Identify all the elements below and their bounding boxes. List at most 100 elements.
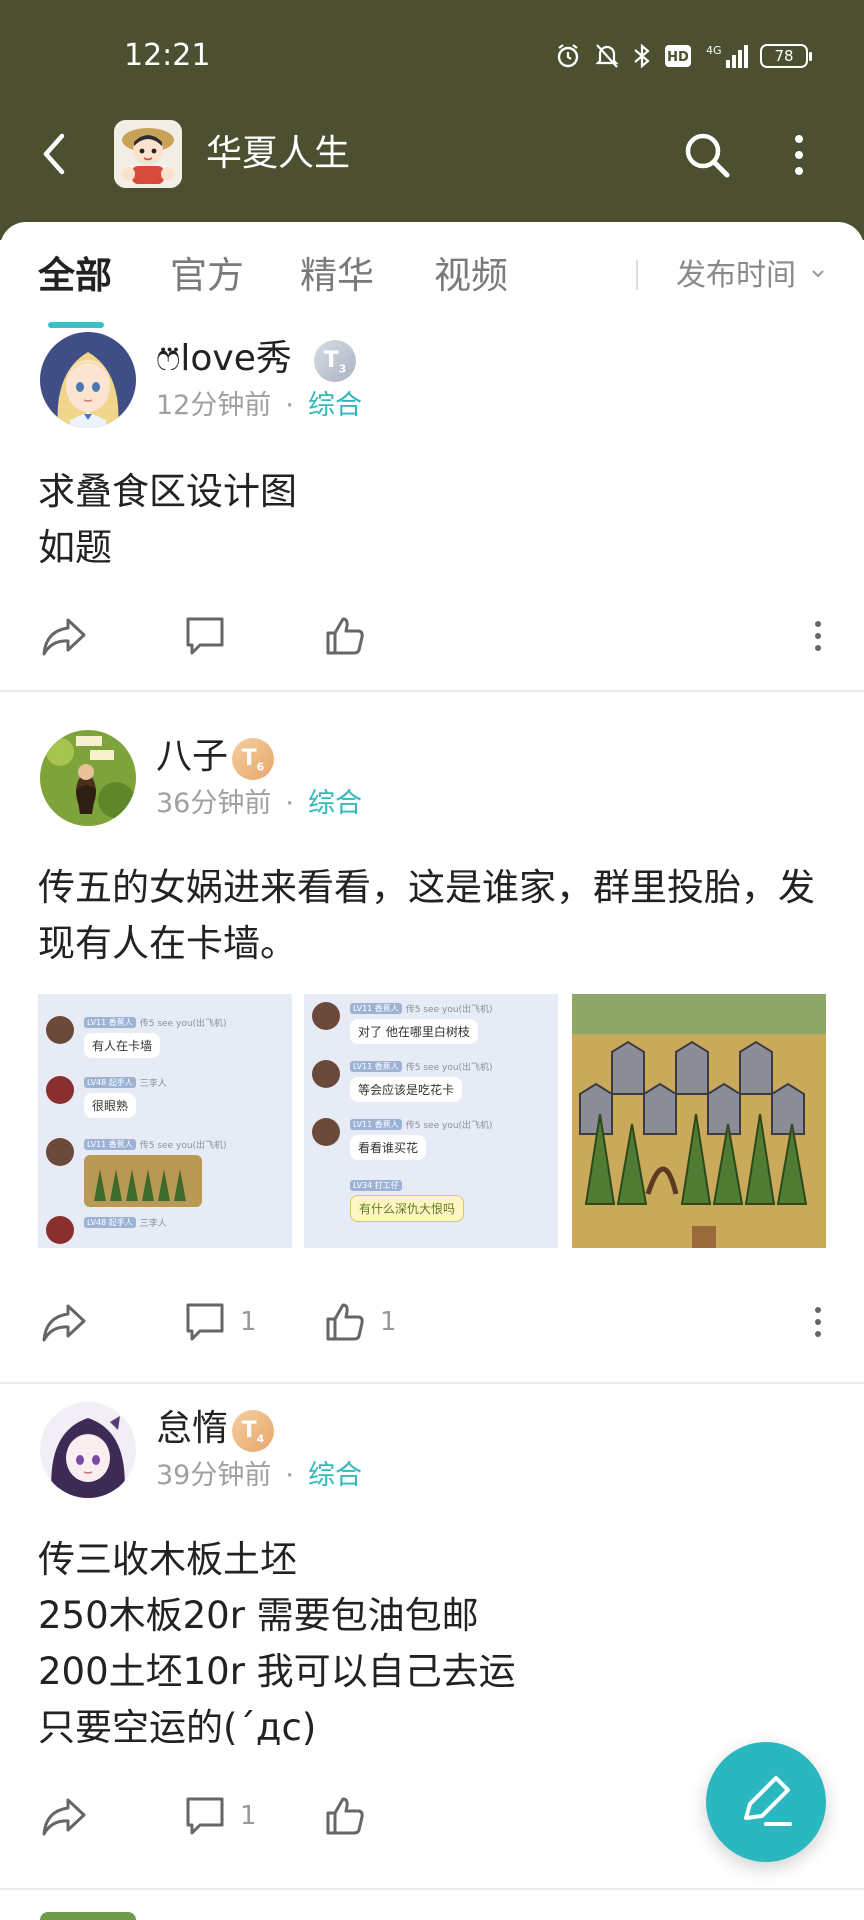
post-body[interactable]: 求叠食区设计图 如题	[38, 464, 838, 576]
meta-separator: ·	[285, 1460, 294, 1491]
like-button[interactable]: 1	[324, 1292, 397, 1352]
post-actions: 1 1	[0, 1292, 864, 1352]
post-category[interactable]: 综合	[308, 1460, 362, 1491]
badge-letter: T	[323, 348, 339, 373]
tab-video[interactable]: 视频	[434, 252, 508, 300]
tab-all[interactable]: 全部	[38, 252, 112, 300]
more-options-button[interactable]	[784, 130, 814, 180]
comment-icon	[186, 1303, 224, 1341]
badge-letter: T	[241, 746, 257, 771]
comment-count: 1	[240, 1307, 257, 1337]
badge-level: 4	[256, 1432, 265, 1446]
game-screenshot	[572, 994, 826, 1248]
more-icon[interactable]	[808, 1302, 828, 1342]
like-button[interactable]	[324, 1786, 380, 1846]
group-avatar[interactable]	[114, 120, 182, 188]
chat-sender: LV11 香蕉人 传5 see you(出飞机)	[350, 1118, 493, 1131]
chat-sender: LV11 香蕉人 传5 see you(出飞机)	[350, 1002, 493, 1015]
post-body[interactable]: 传三收木板土坯 250木板20r 需要包油包邮 200土坯10r 我可以自己去运…	[38, 1532, 838, 1756]
chat-sender: LV48 起手人 三李人	[84, 1216, 167, 1229]
chat-bubble: 看看谁买花	[350, 1135, 427, 1160]
badge-level: 3	[338, 362, 347, 376]
chat-image	[84, 1155, 202, 1207]
post-card[interactable]	[0, 1912, 864, 1920]
svg-text:HD: HD	[667, 50, 689, 65]
compose-post-button[interactable]	[706, 1742, 826, 1862]
level-badge: T3	[314, 340, 356, 382]
avatar[interactable]	[40, 1402, 136, 1498]
avatar[interactable]	[40, 332, 136, 428]
comment-icon	[186, 1797, 224, 1835]
author-name[interactable]: ෆ⃛love秀	[156, 336, 292, 382]
edit-pen-icon	[744, 1776, 792, 1826]
post-meta: 39分钟前 · 综合	[156, 1458, 362, 1494]
like-button[interactable]	[324, 606, 380, 666]
author-name[interactable]: 八子	[156, 734, 228, 780]
alarm-icon	[557, 44, 579, 68]
comment-button[interactable]	[184, 606, 240, 666]
svg-text:4G: 4G	[706, 44, 722, 57]
post-category[interactable]: 综合	[308, 390, 362, 421]
chat-bubble: 很眼熟	[84, 1093, 137, 1118]
post-image-grid: LV11 香蕉人 传5 see you(出飞机) 有人在卡墙 LV48 起手人 三李…	[38, 994, 826, 1248]
post-image[interactable]: LV11 香蕉人 传5 see you(出飞机) 有人在卡墙 LV48 起手人 三李…	[38, 994, 292, 1248]
badge-letter: T	[241, 1418, 257, 1443]
content-sheet: 全部 官方 精华 视频 发布时间 ෆ⃛love秀 T3 12分钟前 · 综合 求…	[0, 222, 864, 1920]
chat-avatar	[46, 1076, 74, 1104]
comment-button[interactable]: 1	[184, 1786, 257, 1846]
avatar[interactable]	[40, 1912, 136, 1920]
chat-message: LV11 香蕉人 传5 see you(出飞机) 有人在卡墙	[46, 1016, 227, 1058]
back-button[interactable]	[34, 130, 78, 178]
active-tab-indicator	[48, 322, 104, 328]
level-badge: T6	[232, 738, 274, 780]
avatar-image	[40, 332, 136, 428]
search-button[interactable]	[682, 130, 732, 180]
avatar[interactable]	[40, 730, 136, 826]
author-name[interactable]: 怠惰	[156, 1406, 228, 1452]
like-icon	[326, 617, 364, 655]
chat-message: LV48 起手人 三李人	[46, 1216, 167, 1244]
avatar-image	[40, 1402, 136, 1498]
share-button[interactable]	[40, 606, 88, 666]
status-icons: HD 4G 78	[554, 42, 812, 70]
post-category[interactable]: 综合	[308, 788, 362, 819]
chat-avatar	[46, 1138, 74, 1166]
battery-icon: 78	[760, 44, 812, 68]
sort-dropdown[interactable]: 发布时间	[676, 256, 796, 296]
chat-bubble: 对了 他在哪里白树枝	[350, 1019, 478, 1044]
post-body[interactable]: 传五的女娲进来看看，这是谁家，群里投胎，发现有人在卡墙。	[38, 860, 838, 972]
post-divider	[0, 1888, 864, 1890]
chat-sender: LV11 香蕉人 传5 see you(出飞机)	[350, 1060, 493, 1073]
bluetooth-icon	[634, 43, 650, 69]
chat-message: LV11 香蕉人 传5 see you(出飞机)	[46, 1138, 227, 1211]
post-actions	[0, 606, 864, 666]
level-badge: T4	[232, 1410, 274, 1452]
chat-message: LV11 香蕉人 传5 see you(出飞机) 看看谁买花	[312, 1118, 493, 1160]
group-title: 华夏人生	[206, 133, 351, 174]
share-button[interactable]	[40, 1292, 88, 1352]
comment-button[interactable]: 1	[184, 1292, 257, 1352]
post-time: 36分钟前	[156, 788, 272, 819]
tab-featured[interactable]: 精华	[300, 252, 374, 300]
post-divider	[0, 690, 864, 692]
chat-message: LV11 香蕉人 传5 see you(出飞机) 对了 他在哪里白树枝	[312, 1002, 493, 1044]
comment-icon	[186, 617, 224, 655]
chevron-down-icon[interactable]	[810, 266, 826, 282]
hd-icon: HD	[665, 45, 691, 67]
post-card[interactable]: 八子 T6 36分钟前 · 综合 传五的女娲进来看看，这是谁家，群里投胎，发现有人在…	[0, 730, 864, 1410]
chat-sender: LV34 打工仔	[350, 1180, 464, 1191]
meta-separator: ·	[285, 788, 294, 819]
post-time: 39分钟前	[156, 1460, 272, 1491]
tab-official[interactable]: 官方	[170, 252, 244, 300]
meta-separator: ·	[285, 390, 294, 421]
signal-icon: 4G	[706, 44, 748, 68]
share-icon	[42, 618, 86, 656]
post-image[interactable]: LV11 香蕉人 传5 see you(出飞机) 对了 他在哪里白树枝 LV11 …	[304, 994, 558, 1248]
like-icon	[326, 1797, 364, 1835]
more-icon[interactable]	[808, 616, 828, 656]
chat-sender: LV11 香蕉人 传5 see you(出飞机)	[84, 1138, 227, 1151]
chat-avatar	[312, 1002, 340, 1030]
top-bar: 12:21 HD 4G 78 华夏人生	[0, 0, 864, 240]
post-image[interactable]	[572, 994, 826, 1248]
share-button[interactable]	[40, 1786, 88, 1846]
